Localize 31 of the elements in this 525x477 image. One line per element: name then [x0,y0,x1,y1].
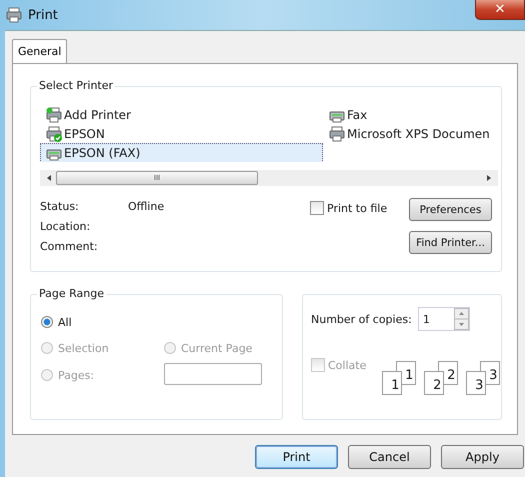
radio-option[interactable]: All [41,313,164,331]
dialog-button[interactable]: Preferences [409,198,492,221]
dialog-button[interactable]: Cancel [348,445,431,469]
printer-icon [329,126,345,142]
spinner-arrows-icon [454,308,469,330]
copies-spinner[interactable]: 1 [418,307,470,331]
scroll-right-icon [486,174,492,182]
field-label: Comment: [40,240,99,252]
printer-icon [46,126,62,142]
printer-item[interactable]: Microsoft XPS Documen [323,124,492,144]
group-title: Page Range [37,287,106,300]
input-field[interactable] [164,363,262,385]
printer-item[interactable]: EPSON (FAX) [40,143,323,162]
field-label: Number of copies: [311,312,412,326]
print-to-file-checkbox[interactable]: Print to file [310,199,388,217]
group-title: Select Printer [37,79,116,92]
field-value: Offline [128,200,164,212]
printer-item[interactable]: Add Printer [40,105,323,125]
dialog-button[interactable]: Find Printer... [409,231,492,254]
printer-icon [6,7,22,23]
dialog-button[interactable]: Apply [441,445,524,469]
add-printer-icon [46,107,62,123]
printer-item[interactable]: Fax [323,105,492,125]
field-label: Location: [40,220,92,232]
printer-item[interactable]: EPSON [40,124,323,144]
dialog-button[interactable]: Print [255,445,338,469]
field-label: Status: [40,200,80,212]
tab[interactable]: General [12,39,68,63]
window-title: Print [28,8,58,22]
scroll-left-icon [46,174,52,182]
close-button[interactable]: ✕ [475,0,525,20]
